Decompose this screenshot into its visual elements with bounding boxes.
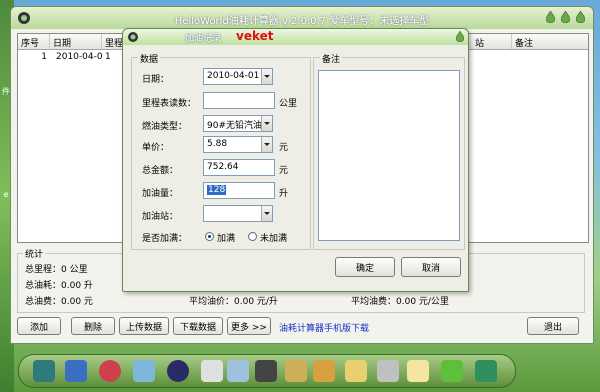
fuel-amount-input[interactable]: 128 xyxy=(203,182,275,199)
odometer-input[interactable] xyxy=(203,92,275,109)
dialog-close-drop-icon[interactable] xyxy=(456,31,464,42)
notes-legend: 备注 xyxy=(320,52,343,65)
dock-app-icon[interactable] xyxy=(313,360,335,382)
station-label: 加油站： xyxy=(142,212,179,222)
fuel-amount-label: 加油量： xyxy=(142,189,179,199)
notes-textarea[interactable] xyxy=(318,70,460,241)
dialog-title: 加油记录 xyxy=(185,34,222,44)
full-tank-option-label[interactable]: 加满 xyxy=(217,231,235,244)
table-cell: 2010-04-01 xyxy=(56,52,102,62)
stat-total-fuel: 总油耗：0.00 升 xyxy=(25,281,93,291)
fuel-type-select[interactable]: 90#无铅汽油 xyxy=(203,115,273,132)
close-drop-icon[interactable] xyxy=(576,11,585,23)
not-full-option-label[interactable]: 未加满 xyxy=(260,231,287,244)
chevron-down-icon[interactable] xyxy=(261,116,272,131)
dock-app-icon[interactable] xyxy=(441,360,463,382)
date-label: 日期： xyxy=(142,75,170,85)
table-cell: 1 xyxy=(41,52,47,62)
fuel-amount-unit: 升 xyxy=(279,189,289,199)
maximize-drop-icon[interactable] xyxy=(561,11,570,23)
minimize-drop-icon[interactable] xyxy=(546,11,555,23)
upload-data-button[interactable]: 上传数据 xyxy=(119,317,169,335)
dock-monitor-icon[interactable] xyxy=(65,360,87,382)
ok-button[interactable]: 确定 xyxy=(335,257,395,277)
fuel-amount-selected-text: 128 xyxy=(207,185,227,195)
notes-fieldset: 备注 xyxy=(313,52,465,250)
mobile-download-link[interactable]: 油耗计算器手机版下载 xyxy=(279,321,369,334)
add-button[interactable]: 添加 xyxy=(17,317,61,335)
more-button[interactable]: 更多 >> xyxy=(227,317,271,335)
data-fieldset: 数据 日期： 2010-04-01 里程表读数： 公里 燃油类型： 90#无铅汽… xyxy=(131,52,311,250)
dock-app-icon[interactable] xyxy=(407,360,429,382)
column-header[interactable]: 站 xyxy=(472,34,512,49)
total-amount-input[interactable]: 752.64 xyxy=(203,159,275,176)
total-amount-label: 总金额： xyxy=(142,166,179,176)
stat-avg-price: 平均油价：0.00 元/升 xyxy=(189,297,278,307)
dock-app-icon[interactable] xyxy=(227,360,249,382)
fuel-record-dialog: 加油记录 veket 数据 日期： 2010-04-01 里程表读数： 公里 燃… xyxy=(122,28,469,292)
fuel-type-label: 燃油类型： xyxy=(142,122,188,132)
dock-help-icon[interactable] xyxy=(201,360,223,382)
odometer-unit: 公里 xyxy=(279,99,298,109)
delete-button[interactable]: 删除 xyxy=(71,317,115,335)
column-header[interactable]: 备注 xyxy=(512,34,586,49)
stat-total-cost: 总油费：0.00 元 xyxy=(25,297,93,307)
fuel-type-value: 90#无铅汽油 xyxy=(207,121,262,131)
stat-total-mileage: 总里程：0 公里 xyxy=(25,265,88,275)
unit-price-value: 5.88 xyxy=(207,139,228,149)
station-select[interactable] xyxy=(203,205,273,222)
dock-app-icon[interactable] xyxy=(99,360,121,382)
full-tank-label: 是否加满： xyxy=(142,234,188,244)
unit-price-unit: 元 xyxy=(279,143,289,153)
not-full-radio[interactable] xyxy=(248,232,257,241)
desktop-dock xyxy=(18,354,516,388)
dock-app-icon[interactable] xyxy=(377,360,399,382)
dock-app-icon[interactable] xyxy=(167,360,189,382)
dock-app-icon[interactable] xyxy=(285,360,307,382)
dialog-tag: veket xyxy=(236,29,274,43)
dock-app-icon[interactable] xyxy=(345,360,367,382)
date-value: 2010-04-01 xyxy=(207,71,260,81)
unit-price-label: 单价： xyxy=(142,143,170,153)
dialog-title-bar[interactable]: 加油记录 veket xyxy=(123,29,468,45)
download-data-button[interactable]: 下载数据 xyxy=(173,317,223,335)
dock-penguin-icon[interactable] xyxy=(255,360,277,382)
column-header[interactable]: 日期 xyxy=(50,34,102,49)
dock-app-icon[interactable] xyxy=(475,360,497,382)
main-title-bar[interactable]: HelloWorld油耗计算器 v 2.0.0.7 爱车型号：未选择车型 xyxy=(11,7,593,29)
date-picker[interactable]: 2010-04-01 xyxy=(203,68,273,85)
stat-avg-cost: 平均油费：0.00 元/公里 xyxy=(351,297,449,307)
data-legend: 数据 xyxy=(138,52,161,65)
column-header[interactable]: 序号 xyxy=(18,34,50,49)
unit-price-select[interactable]: 5.88 xyxy=(203,136,273,153)
exit-button[interactable]: 退出 xyxy=(527,317,579,335)
dock-app-icon[interactable] xyxy=(133,360,155,382)
full-tank-radio[interactable] xyxy=(205,232,214,241)
dock-app-icon[interactable] xyxy=(33,360,55,382)
cancel-button[interactable]: 取消 xyxy=(401,257,461,277)
chevron-down-icon[interactable] xyxy=(261,206,272,221)
dialog-app-icon xyxy=(128,32,138,42)
total-amount-unit: 元 xyxy=(279,166,289,176)
stats-legend: 统计 xyxy=(23,247,46,260)
odometer-label: 里程表读数： xyxy=(142,99,197,109)
chevron-down-icon[interactable] xyxy=(261,69,272,84)
window-title: HelloWorld油耗计算器 v 2.0.0.7 爱车型号：未选择车型 xyxy=(174,16,430,27)
chevron-down-icon[interactable] xyxy=(261,137,272,152)
